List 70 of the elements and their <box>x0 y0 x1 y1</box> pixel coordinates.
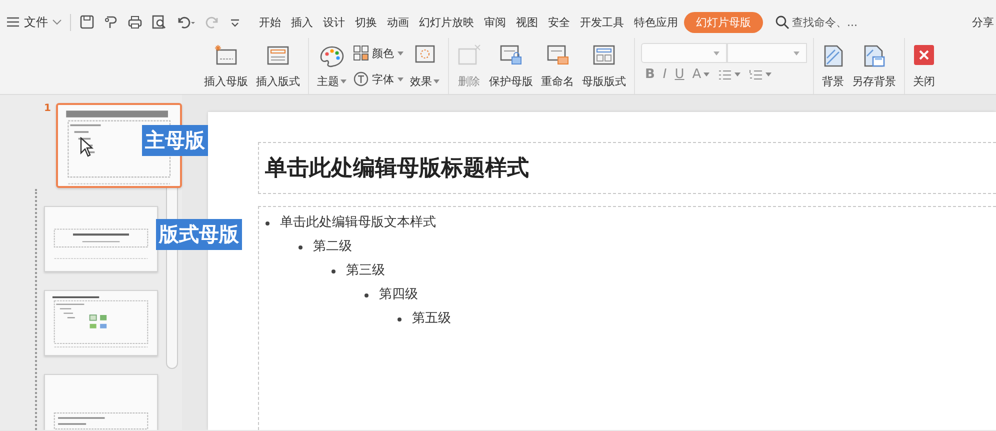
slide-number: 1 <box>44 103 52 114</box>
file-menu[interactable]: 文件 <box>24 14 48 30</box>
save-background-icon <box>862 44 886 68</box>
ribbon-tab[interactable]: 审阅 <box>480 12 510 32</box>
ribbon-tab[interactable]: 动画 <box>383 12 413 32</box>
ribbon-tab[interactable]: 开发工具 <box>576 12 628 32</box>
layout-icon <box>266 44 290 66</box>
slide-thumbnail[interactable] <box>44 206 158 272</box>
ribbon-tab[interactable]: 特色应用 <box>630 12 682 32</box>
effects-icon <box>414 44 436 64</box>
delete-slide-icon <box>457 44 481 66</box>
bullet-text: 单击此处编辑母版文本样式 <box>280 215 436 231</box>
slide-thumbnail[interactable] <box>44 374 158 430</box>
bullet-text: 第五级 <box>412 311 451 327</box>
bullet-text: 第四级 <box>379 287 418 303</box>
ribbon-button[interactable]: 保护母版 <box>487 40 535 92</box>
ribbon-button[interactable]: 颜色 <box>353 45 404 61</box>
callout-tooltip: 版式母版 <box>156 219 242 250</box>
font-icon <box>353 71 369 87</box>
ribbon-tab[interactable]: 设计 <box>319 12 349 32</box>
caret-icon <box>713 50 720 56</box>
bullet-icon <box>331 268 336 274</box>
ribbon-button[interactable]: 母版版式 <box>580 40 628 92</box>
insert-master-icon <box>214 44 238 66</box>
bullet-icon <box>364 292 369 298</box>
ribbon-tab[interactable]: 开始 <box>255 12 285 32</box>
ribbon-button[interactable]: 字体 <box>353 71 404 87</box>
bullet-text: 第三级 <box>346 263 385 279</box>
search-field[interactable]: 查找命令、... <box>792 14 858 30</box>
numbering-icon <box>749 68 764 80</box>
ribbon-tab[interactable]: 插入 <box>287 12 317 32</box>
close-icon <box>913 44 935 66</box>
ribbon-button[interactable]: 插入母版 <box>202 40 250 92</box>
caret-icon <box>793 50 800 56</box>
bullet-text: 第二级 <box>313 239 352 255</box>
search-icon <box>775 14 790 30</box>
cursor-icon <box>80 137 94 157</box>
ribbon-button[interactable]: 效果 <box>408 40 442 92</box>
ribbon-tab[interactable]: 切换 <box>351 12 381 32</box>
ribbon-button[interactable]: 插入版式 <box>254 40 302 92</box>
slide-thumbnail[interactable] <box>44 290 158 356</box>
chevron-down-icon[interactable] <box>52 18 62 26</box>
ribbon-tab[interactable]: 幻灯片放映 <box>415 12 478 32</box>
ribbon-button[interactable]: 重命名 <box>539 40 576 92</box>
save-icon[interactable] <box>79 14 95 30</box>
bullet-icon <box>397 316 402 322</box>
ribbon-button[interactable]: 主题 <box>315 40 349 92</box>
ribbon-button[interactable]: 背景 <box>820 40 846 92</box>
rename-icon <box>546 44 570 66</box>
slide-title: 单击此处编辑母版标题样式 <box>258 142 996 194</box>
share-button[interactable]: 分享 <box>972 14 996 30</box>
preview-icon[interactable] <box>151 14 167 30</box>
bullet-icon <box>298 244 303 250</box>
print-icon[interactable] <box>127 14 143 30</box>
ribbon-tab[interactable]: 视图 <box>512 12 542 32</box>
callout-tooltip: 主母版 <box>142 125 208 156</box>
font-name-field[interactable] <box>641 43 727 63</box>
font-size-field[interactable] <box>727 43 807 63</box>
ribbon-button[interactable]: 关闭 <box>911 40 937 92</box>
ribbon-tab[interactable]: 安全 <box>544 12 574 32</box>
brush-icon[interactable] <box>103 14 119 30</box>
background-icon <box>822 44 844 68</box>
master-layout-icon <box>592 44 616 66</box>
ribbon-button[interactable]: 另存背景 <box>850 40 898 92</box>
lock-slide-icon <box>499 44 523 66</box>
colors-icon <box>353 45 369 61</box>
palette-icon <box>319 44 345 68</box>
menu-icon[interactable] <box>6 16 20 28</box>
bullets-icon <box>718 68 732 80</box>
bullet-icon <box>265 220 270 226</box>
